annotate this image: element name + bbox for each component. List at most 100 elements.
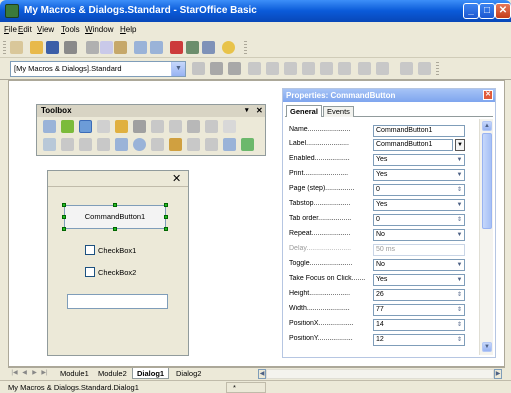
scroll-up-icon[interactable]: ▲ bbox=[482, 121, 492, 131]
chevron-down-icon[interactable]: ▼ bbox=[171, 62, 185, 76]
currency-field-icon[interactable] bbox=[169, 138, 182, 151]
prev-tab-icon[interactable]: ◀ bbox=[20, 369, 29, 378]
maximize-icon[interactable]: □ bbox=[479, 3, 495, 19]
chevron-down-icon[interactable]: ▼ bbox=[455, 230, 464, 240]
prop-value-spin[interactable]: 14 ⇕ bbox=[373, 319, 465, 331]
prop-value-spin[interactable]: 0 ⇕ bbox=[373, 214, 465, 226]
toolbar-end-grip[interactable] bbox=[244, 41, 247, 55]
prop-value-select[interactable]: Yes ▼ bbox=[373, 199, 465, 211]
horizontal-scrollbar-icon[interactable] bbox=[43, 138, 56, 151]
selection-handle[interactable] bbox=[62, 203, 66, 207]
tab-module1[interactable]: Module1 bbox=[56, 368, 93, 379]
properties-scrollbar[interactable]: ▲ ▼ bbox=[479, 119, 493, 355]
close-icon[interactable]: ✕ bbox=[495, 3, 511, 19]
prop-value-select[interactable]: Yes ▼ bbox=[373, 169, 465, 181]
menu-file[interactable]: File bbox=[4, 25, 17, 34]
scroll-right-icon[interactable]: ▶ bbox=[494, 369, 502, 379]
print-icon[interactable] bbox=[64, 41, 77, 54]
tab-events[interactable]: Events bbox=[323, 106, 354, 117]
prop-value-select[interactable]: Yes ▼ bbox=[373, 154, 465, 166]
list-box-icon[interactable] bbox=[187, 120, 200, 133]
scroll-down-icon[interactable]: ▼ bbox=[482, 342, 492, 352]
save-source-icon[interactable] bbox=[418, 62, 431, 75]
last-tab-icon[interactable]: ▶| bbox=[40, 369, 49, 378]
function-icon[interactable] bbox=[338, 62, 351, 75]
toolbar-grip[interactable] bbox=[3, 41, 6, 55]
button-tool-icon[interactable] bbox=[79, 120, 92, 133]
spin-icon[interactable]: ⇕ bbox=[455, 305, 464, 315]
spin-icon[interactable]: ⇕ bbox=[455, 290, 464, 300]
combo-box-icon[interactable] bbox=[205, 120, 218, 133]
minimize-icon[interactable]: _ bbox=[463, 3, 479, 19]
selection-handle[interactable] bbox=[113, 203, 117, 207]
help-icon[interactable] bbox=[222, 41, 235, 54]
tab-dialog1[interactable]: Dialog1 bbox=[132, 368, 170, 379]
vertical-scrollbar-icon[interactable] bbox=[223, 120, 236, 133]
toolbar-end-grip[interactable] bbox=[436, 62, 439, 76]
save-icon[interactable] bbox=[46, 41, 59, 54]
compile-icon[interactable] bbox=[192, 62, 205, 75]
chevron-down-icon[interactable]: ▼ bbox=[455, 260, 464, 270]
find-parentheses-icon[interactable] bbox=[358, 62, 371, 75]
scroll-left-icon[interactable]: ◀ bbox=[258, 369, 266, 379]
spin-icon[interactable]: ⇕ bbox=[455, 215, 464, 225]
undo-icon[interactable] bbox=[134, 41, 147, 54]
first-tab-icon[interactable]: |◀ bbox=[10, 369, 19, 378]
toolbox-menu-icon[interactable]: ▾ bbox=[245, 106, 249, 114]
prop-value-select[interactable]: Yes ▼ bbox=[373, 274, 465, 286]
select-icon[interactable] bbox=[43, 120, 56, 133]
chevron-down-icon[interactable]: ▼ bbox=[455, 155, 464, 165]
prop-value-input[interactable]: CommandButton1 bbox=[373, 139, 453, 151]
new-icon[interactable] bbox=[10, 41, 23, 54]
chevron-down-icon[interactable]: ▼ bbox=[455, 275, 464, 285]
cut-icon[interactable] bbox=[86, 41, 99, 54]
spin-icon[interactable]: ⇕ bbox=[455, 320, 464, 330]
prop-value-select[interactable]: No ▼ bbox=[373, 259, 465, 271]
watch-icon[interactable] bbox=[320, 62, 333, 75]
date-field-icon[interactable] bbox=[115, 138, 128, 151]
scroll-thumb[interactable] bbox=[482, 133, 492, 229]
pattern-field-icon[interactable] bbox=[205, 138, 218, 151]
insert-source-icon[interactable] bbox=[400, 62, 413, 75]
menu-tools[interactable]: Tools bbox=[61, 25, 80, 34]
checkbox1[interactable] bbox=[85, 245, 95, 255]
prop-value-spin[interactable]: 77 ⇕ bbox=[373, 304, 465, 316]
selection-handle[interactable] bbox=[62, 215, 66, 219]
label-edit-button[interactable]: ▼ bbox=[455, 139, 465, 151]
macros-icon[interactable] bbox=[202, 41, 215, 54]
group-box-icon[interactable] bbox=[61, 138, 74, 151]
tab-dialog2[interactable]: Dialog2 bbox=[172, 368, 205, 379]
menu-edit[interactable]: Edit bbox=[18, 25, 32, 34]
breakpoint-icon[interactable] bbox=[302, 62, 315, 75]
open-icon[interactable] bbox=[30, 41, 43, 54]
numeric-field-icon[interactable] bbox=[151, 138, 164, 151]
prop-value-spin[interactable]: 26 ⇕ bbox=[373, 289, 465, 301]
selection-handle[interactable] bbox=[164, 203, 168, 207]
chevron-down-icon[interactable]: ▼ bbox=[455, 200, 464, 210]
step-out-icon[interactable] bbox=[284, 62, 297, 75]
selection-handle[interactable] bbox=[113, 227, 117, 231]
menu-help[interactable]: Help bbox=[120, 25, 136, 34]
insert-controls-icon[interactable] bbox=[376, 62, 389, 75]
selection-handle[interactable] bbox=[62, 227, 66, 231]
text-field[interactable] bbox=[67, 294, 168, 309]
checkbox2[interactable] bbox=[85, 267, 95, 277]
prop-value-spin[interactable]: 0 ⇕ bbox=[373, 184, 465, 196]
label-tool-icon[interactable] bbox=[151, 120, 164, 133]
spin-icon[interactable]: ⇕ bbox=[455, 185, 464, 195]
formatted-field-icon[interactable] bbox=[187, 138, 200, 151]
selection-handle[interactable] bbox=[164, 227, 168, 231]
navigator-icon[interactable] bbox=[170, 41, 183, 54]
toolbox-close-icon[interactable]: ✕ bbox=[256, 106, 263, 115]
menu-window[interactable]: Window bbox=[85, 25, 113, 34]
option-button-icon[interactable] bbox=[133, 120, 146, 133]
file-selection-icon[interactable] bbox=[223, 138, 236, 151]
menu-view[interactable]: View bbox=[37, 25, 54, 34]
horizontal-line-icon[interactable] bbox=[97, 138, 110, 151]
tree-control-icon[interactable] bbox=[241, 138, 254, 151]
insert-mode-indicator[interactable]: * bbox=[226, 382, 266, 393]
properties-close-icon[interactable]: ✕ bbox=[483, 90, 493, 100]
time-field-icon[interactable] bbox=[133, 138, 146, 151]
dialog-close-icon[interactable]: ✕ bbox=[172, 172, 181, 185]
chevron-down-icon[interactable]: ▼ bbox=[455, 170, 464, 180]
